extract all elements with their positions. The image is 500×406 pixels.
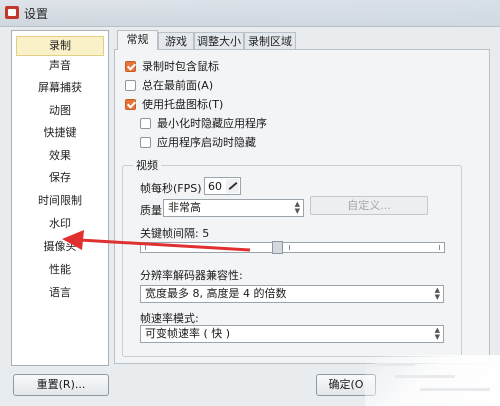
annotation-arrow-shaft (79, 238, 251, 252)
settings-window: 设置 录制 声音 屏幕捕获 动图 快捷键 效果 保存 时间限制 水印 摄像头 性… (0, 0, 500, 406)
annotation-arrow (62, 230, 251, 252)
tab-general[interactable]: 常规 (117, 30, 158, 50)
annotation-arrow-head (62, 230, 84, 250)
